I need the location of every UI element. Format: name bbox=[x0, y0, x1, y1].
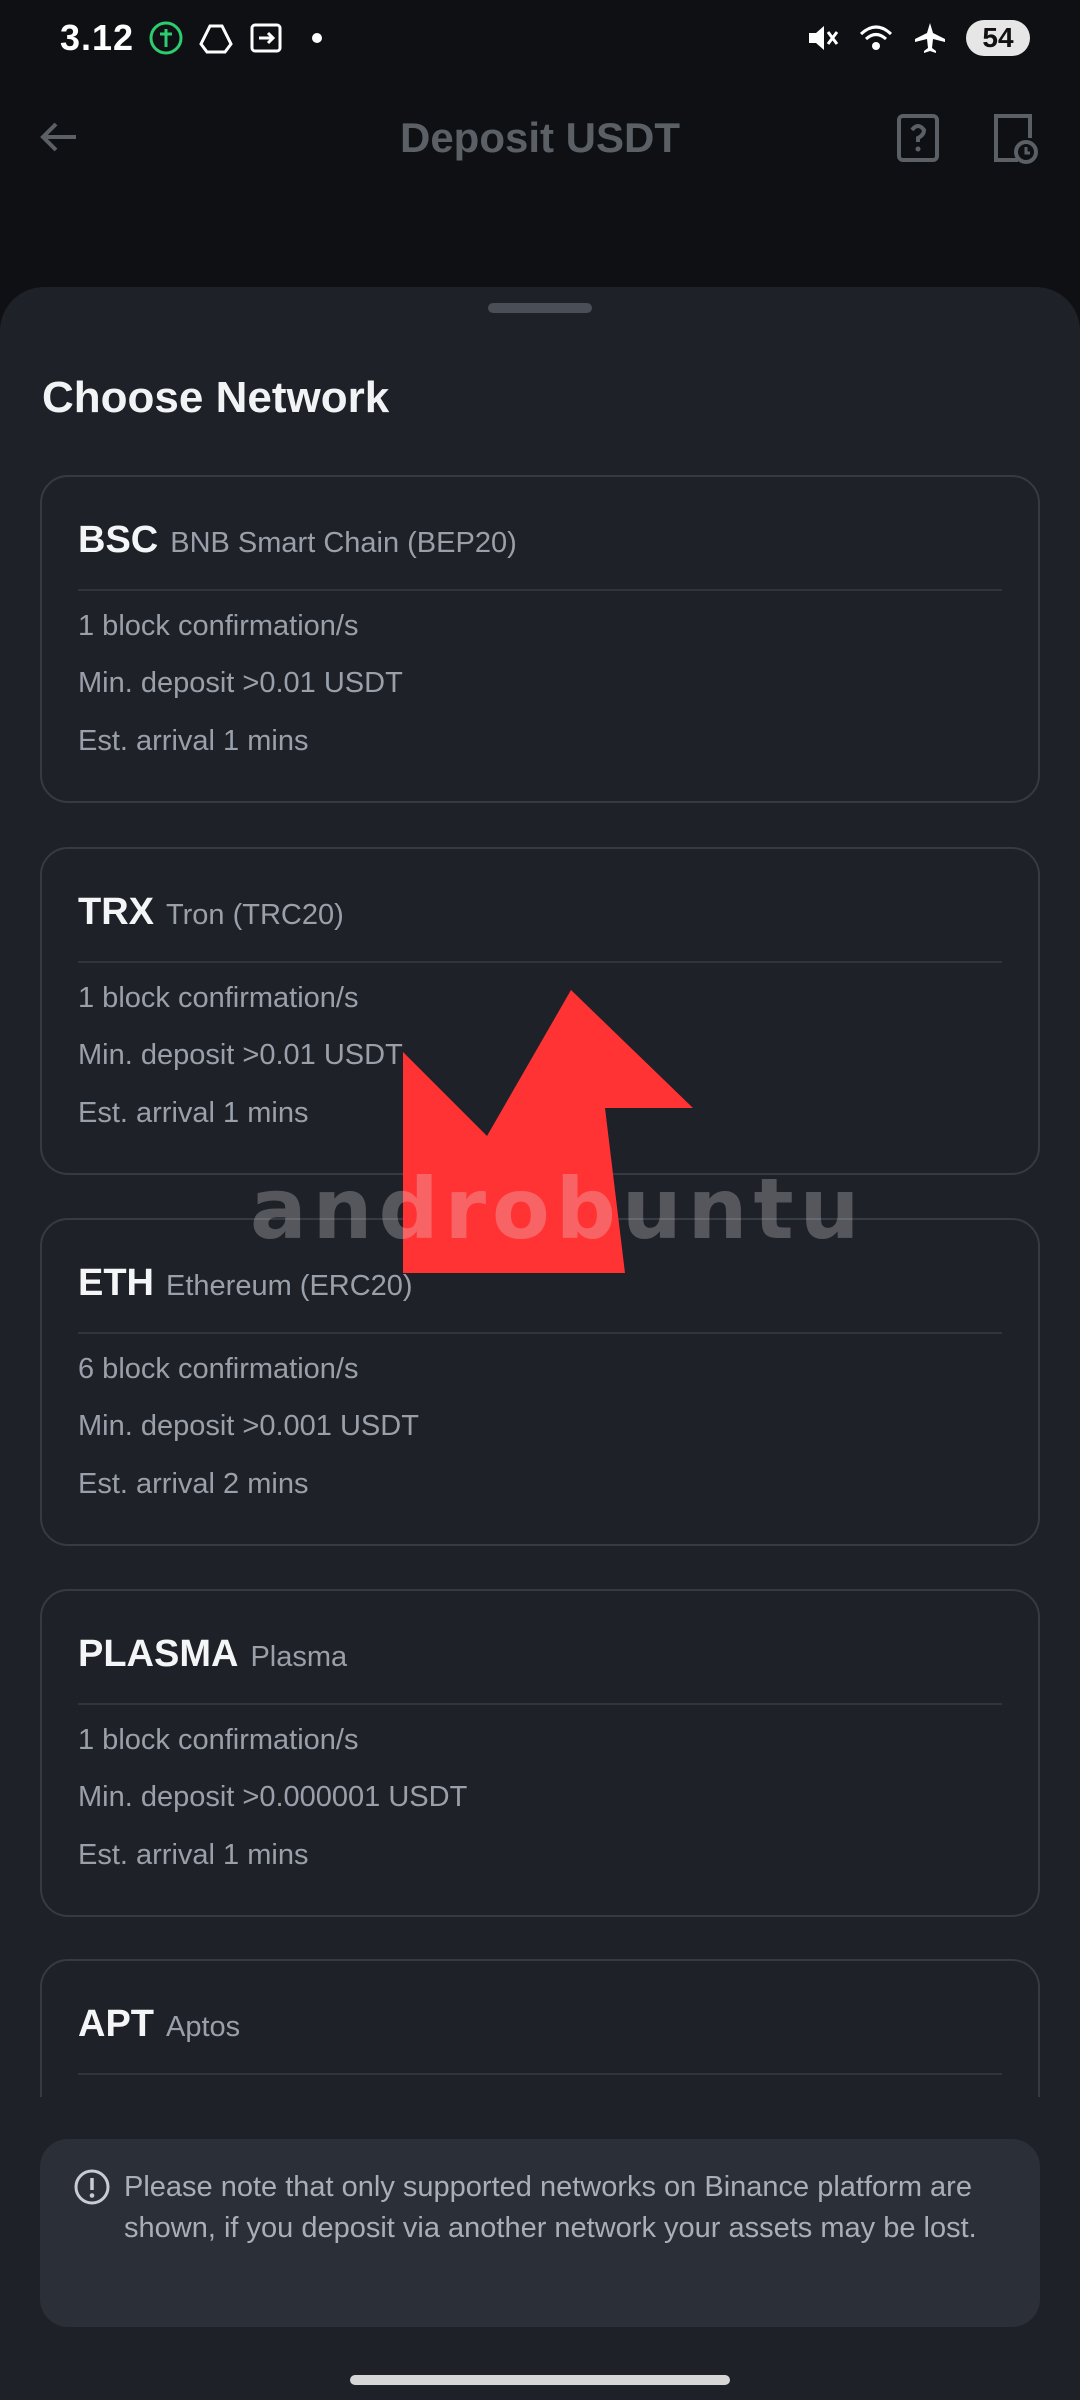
choose-network-sheet: Choose Network BSC BNB Smart Chain (BEP2… bbox=[0, 287, 1080, 2400]
network-card-header: ETH Ethereum (ERC20) bbox=[78, 1262, 1002, 1334]
min-deposit-text: Min. deposit >0.000001 USDT bbox=[78, 1781, 468, 1813]
notification-dot bbox=[312, 33, 323, 43]
arrival-text: Est. arrival 1 mins bbox=[78, 1839, 309, 1871]
status-time: 3.12 bbox=[60, 17, 135, 58]
history-icon[interactable] bbox=[988, 110, 1038, 166]
info-icon bbox=[74, 2169, 110, 2205]
network-name: Tron (TRC20) bbox=[166, 899, 344, 931]
network-code: TRX bbox=[78, 891, 154, 933]
status-bar: 3.12 54 bbox=[0, 0, 1080, 76]
arrival-text: Est. arrival 1 mins bbox=[78, 1097, 309, 1129]
status-right: 54 bbox=[804, 20, 1030, 56]
network-card-trx[interactable]: TRX Tron (TRC20) 1 block confirmation/s … bbox=[40, 847, 1040, 1175]
network-code: ETH bbox=[78, 1262, 154, 1304]
network-card-header: TRX Tron (TRC20) bbox=[78, 891, 1002, 963]
wifi-icon bbox=[858, 20, 894, 56]
page-header: Deposit USDT bbox=[0, 90, 1080, 185]
watermark-text: androbuntu bbox=[250, 1160, 866, 1258]
network-list[interactable]: BSC BNB Smart Chain (BEP20) 1 block conf… bbox=[0, 475, 1080, 2393]
network-card-header: APT Aptos bbox=[78, 2003, 1002, 2075]
network-card-bsc[interactable]: BSC BNB Smart Chain (BEP20) 1 block conf… bbox=[40, 475, 1040, 803]
page-title: Deposit USDT bbox=[399, 113, 680, 161]
confirmations-text: 1 block confirmation/s bbox=[78, 1724, 359, 1756]
mute-icon bbox=[804, 20, 840, 56]
network-code: BSC bbox=[78, 519, 159, 561]
help-book-icon[interactable] bbox=[893, 110, 943, 166]
notice-text: Please note that only supported networks… bbox=[124, 2171, 977, 2244]
drive-icon bbox=[198, 20, 234, 56]
arrival-text: Est. arrival 2 mins bbox=[78, 1468, 309, 1500]
confirmations-text: 6 block confirmation/s bbox=[78, 1353, 359, 1385]
network-name: Plasma bbox=[250, 1641, 348, 1673]
min-deposit-text: Min. deposit >0.001 USDT bbox=[78, 1410, 419, 1442]
wallet-icon bbox=[148, 20, 184, 56]
battery-indicator: 54 bbox=[966, 20, 1030, 56]
confirmations-text: 1 block confirmation/s bbox=[78, 610, 359, 642]
network-name: BNB Smart Chain (BEP20) bbox=[170, 527, 517, 559]
status-left: 3.12 bbox=[60, 17, 323, 59]
min-deposit-text: Min. deposit >0.01 USDT bbox=[78, 1039, 403, 1071]
network-code: APT bbox=[78, 2003, 154, 2045]
network-card-header: BSC BNB Smart Chain (BEP20) bbox=[78, 519, 1002, 591]
cast-icon bbox=[248, 20, 284, 56]
network-notice: Please note that only supported networks… bbox=[40, 2139, 1040, 2327]
confirmations-text: 1 block confirmation/s bbox=[78, 982, 359, 1014]
sheet-drag-handle[interactable] bbox=[488, 303, 592, 313]
network-code: PLASMA bbox=[78, 1633, 239, 1675]
network-card-plasma[interactable]: PLASMA Plasma 1 block confirmation/s Min… bbox=[40, 1589, 1040, 1917]
network-name: Aptos bbox=[166, 2011, 241, 2043]
network-card-eth[interactable]: ETH Ethereum (ERC20) 6 block confirmatio… bbox=[40, 1218, 1040, 1546]
airplane-icon bbox=[912, 20, 948, 56]
gesture-nav-bar[interactable] bbox=[350, 2375, 730, 2385]
min-deposit-text: Min. deposit >0.01 USDT bbox=[78, 667, 403, 699]
network-card-header: PLASMA Plasma bbox=[78, 1633, 1002, 1705]
arrival-text: Est. arrival 1 mins bbox=[78, 725, 309, 757]
sheet-title: Choose Network bbox=[42, 373, 390, 422]
network-name: Ethereum (ERC20) bbox=[166, 1270, 413, 1302]
back-arrow-icon[interactable] bbox=[34, 112, 84, 162]
